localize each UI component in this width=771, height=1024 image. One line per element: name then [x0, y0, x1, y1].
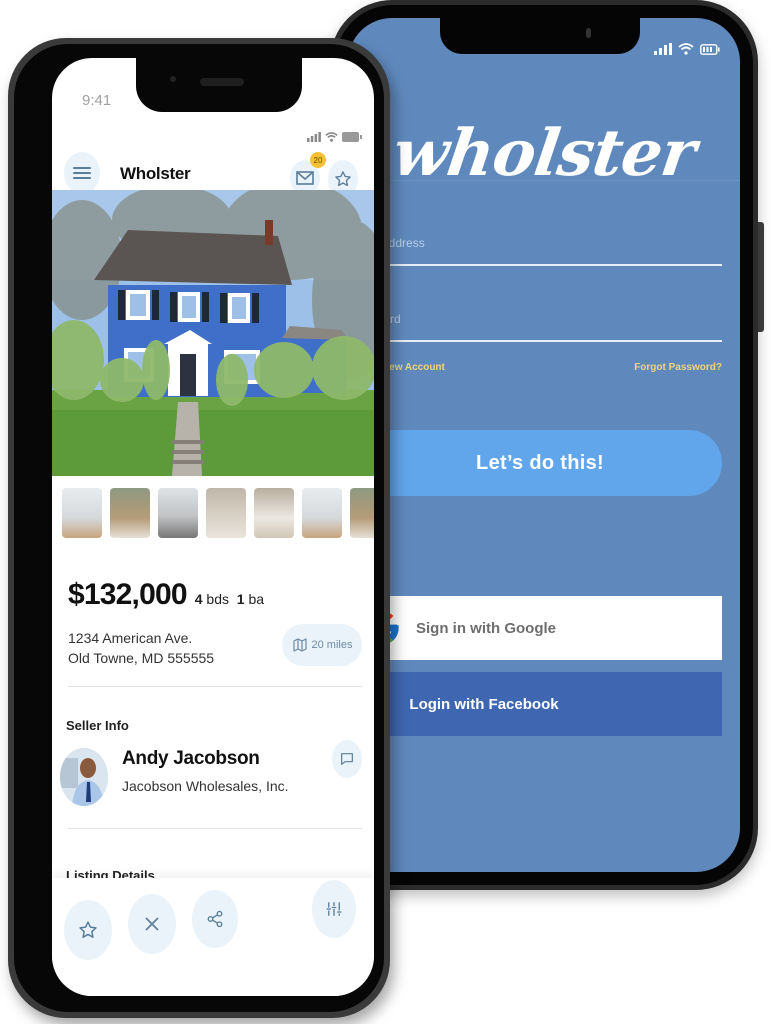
app-title: Wholster: [120, 164, 191, 183]
status-bar: [307, 132, 362, 142]
listing-screen: 9:41 Wholster 20 $132,000 4 bds 1 ba 123…: [52, 58, 374, 996]
battery-icon: [700, 43, 720, 55]
seller-name: Andy Jacobson: [122, 748, 260, 769]
star-icon: [79, 921, 97, 938]
notch: [136, 58, 302, 112]
phone-login: wholster Email Address Password Create N…: [330, 0, 764, 890]
power-button: [758, 222, 764, 332]
chat-seller-button[interactable]: [332, 740, 362, 778]
house-image: [52, 190, 374, 476]
distance-button[interactable]: 20 miles: [282, 624, 362, 666]
camera: [170, 76, 176, 82]
share-icon: [207, 910, 223, 928]
email-field[interactable]: Email Address: [348, 236, 722, 266]
chat-bubble-icon: [341, 753, 353, 765]
listing-address: 1234 American Ave. Old Towne, MD 555555: [68, 628, 214, 668]
sliders-icon: [326, 902, 342, 916]
google-sign-in-button[interactable]: Sign in with Google: [348, 596, 722, 660]
thumbnail[interactable]: [206, 488, 246, 538]
password-field[interactable]: Password: [348, 312, 722, 342]
status-time: 9:41: [82, 92, 112, 109]
battery-icon: [342, 132, 362, 142]
listing-photo[interactable]: [52, 190, 374, 476]
thumbnail[interactable]: [62, 488, 102, 538]
thumbnail[interactable]: [110, 488, 150, 538]
bottom-action-bar: [52, 878, 374, 996]
listing-price: $132,000: [68, 578, 188, 611]
share-button[interactable]: [192, 890, 238, 948]
beds-count: 4: [194, 591, 203, 607]
notch: [440, 18, 640, 54]
camera: [586, 28, 591, 38]
thumbnail[interactable]: [350, 488, 374, 538]
star-icon: [335, 171, 351, 187]
map-icon: [292, 638, 307, 652]
forgot-password-link[interactable]: Forgot Password?: [634, 362, 722, 373]
baths-label: ba: [248, 591, 265, 607]
dismiss-button[interactable]: [128, 894, 176, 954]
account-links: Create New Account Forgot Password?: [348, 362, 722, 373]
facebook-label: Login with Facebook: [409, 695, 559, 713]
beds-baths: 4 bds 1 ba: [195, 591, 264, 607]
wifi-icon: [678, 43, 694, 55]
price-row: $132,000 4 bds 1 ba: [68, 578, 264, 612]
lets-do-this-button[interactable]: Let’s do this!: [358, 430, 722, 496]
signal-icon: [307, 132, 321, 142]
facebook-login-button[interactable]: f Login with Facebook: [348, 672, 722, 736]
email-placeholder: Email Address: [348, 236, 425, 250]
divider: [348, 180, 740, 181]
seller-company: Jacobson Wholesales, Inc.: [122, 778, 289, 794]
address-line-1: 1234 American Ave.: [68, 630, 193, 646]
email-underline: [348, 264, 722, 266]
divider: [68, 686, 362, 687]
divider: [68, 828, 362, 829]
baths-count: 1: [236, 591, 245, 607]
filters-button[interactable]: [312, 880, 356, 938]
signal-icon: [654, 43, 672, 55]
photo-thumbnails: [62, 488, 374, 538]
speaker: [200, 78, 244, 86]
thumbnail[interactable]: [302, 488, 342, 538]
menu-button[interactable]: [64, 152, 100, 194]
beds-label: bds: [206, 591, 229, 607]
google-label: Sign in with Google: [416, 619, 556, 637]
thumbnail[interactable]: [158, 488, 198, 538]
password-placeholder: Password: [348, 312, 722, 326]
seller-info-heading: Seller Info: [66, 718, 129, 733]
seller-avatar[interactable]: [60, 748, 108, 806]
phone-listing: 9:41 Wholster 20 $132,000 4 bds 1 ba 123…: [8, 38, 390, 1018]
login-screen: wholster Email Address Password Create N…: [348, 18, 740, 872]
close-icon: [145, 917, 159, 931]
status-bar: [654, 43, 720, 55]
distance-label: 20 miles: [311, 639, 353, 651]
favorite-action-button[interactable]: [64, 900, 112, 960]
wifi-icon: [325, 132, 338, 142]
hamburger-icon: [73, 167, 91, 179]
thumbnail[interactable]: [254, 488, 294, 538]
seller-photo: [60, 748, 108, 806]
password-underline: [348, 340, 722, 342]
mail-icon: [296, 171, 314, 185]
address-line-2: Old Towne, MD 555555: [68, 650, 215, 666]
unread-badge: 20: [310, 152, 326, 168]
